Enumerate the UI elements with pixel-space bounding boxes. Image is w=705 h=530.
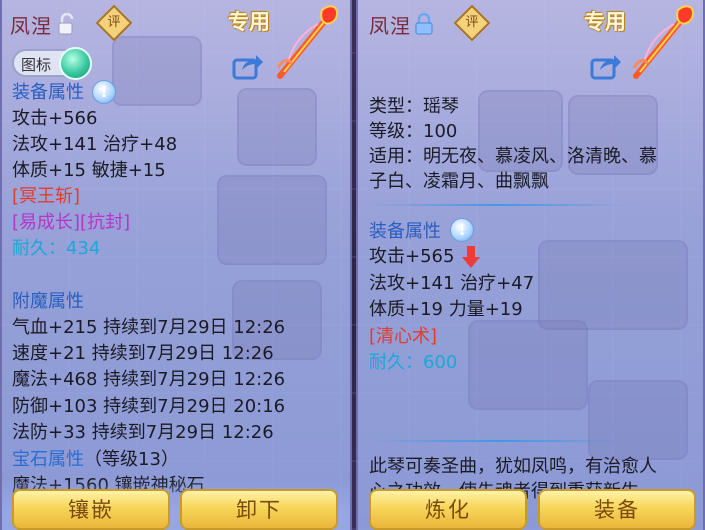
enchant-line: 魔法+468 持续到7月29日 12:26 (12, 369, 286, 390)
suitable-line: 适用：明无夜、慕凌风、洛清晚、慕 (369, 146, 657, 167)
special-effects-text: [易成长][抗封] (12, 212, 131, 233)
inlay-button[interactable]: 镶嵌 (12, 489, 170, 530)
stat-decrease-arrow-icon (462, 246, 480, 268)
enchant-line: 速度+21 持续到7月29日 12:26 (12, 343, 274, 364)
harp-weapon-icon (632, 5, 694, 79)
refine-button[interactable]: 炼化 (369, 489, 527, 530)
stat-line: 体质+19 力量+19 (369, 299, 523, 320)
stat-line: 攻击+565 (369, 246, 455, 267)
description-line: 此琴可奏圣曲，犹如凤鸣，有治愈人 (369, 456, 657, 477)
durability-value: 434 (66, 238, 101, 259)
background-slot (217, 175, 327, 265)
review-badge-label: 评 (465, 15, 479, 30)
durability-text: 耐久：434 (12, 237, 100, 261)
enchant-line: 防御+103 持续到7月29日 20:16 (12, 396, 286, 417)
unlock-icon[interactable] (58, 13, 76, 35)
suitable-line: 子白、凌霜月、曲飘飘 (369, 171, 549, 192)
skill-text: [清心术] (369, 326, 438, 347)
info-icon[interactable]: ! (92, 80, 116, 104)
icon-toggle-label: 图标 (21, 56, 52, 74)
share-icon[interactable] (590, 52, 622, 80)
gem-level: （等级13） (84, 449, 179, 470)
background-slot (112, 36, 202, 106)
unload-button[interactable]: 卸下 (180, 489, 338, 530)
stat-line: 法攻+141 治疗+47 (369, 273, 535, 294)
type-line: 类型：瑶琴 (369, 96, 459, 117)
enchant-title: 附魔属性 (12, 291, 84, 312)
exclusive-tag: 专用 (228, 10, 270, 34)
enchant-line: 法防+33 持续到7月29日 12:26 (12, 422, 274, 443)
background-slot (468, 320, 588, 410)
lock-icon[interactable] (415, 13, 433, 35)
equip-attr-title: 装备属性 (369, 221, 441, 242)
durability-label: 耐久： (12, 238, 66, 259)
divider (369, 440, 629, 442)
skill-text: [冥王斩] (12, 186, 81, 207)
item-name: 凤涅 (369, 14, 411, 38)
durability-label: 耐久： (369, 352, 423, 373)
background-slot (588, 380, 688, 460)
enchant-line: 气血+215 持续到7月29日 12:26 (12, 317, 286, 338)
equip-attr-title: 装备属性 (12, 82, 84, 103)
divider (369, 204, 629, 206)
item-name: 凤涅 (10, 14, 52, 38)
stat-line: 攻击+566 (12, 108, 98, 129)
info-icon[interactable]: ! (450, 218, 474, 242)
harp-weapon-icon (276, 5, 338, 79)
exclusive-tag: 专用 (584, 10, 626, 34)
gem-attr-line: 宝石属性（等级13） (12, 448, 179, 472)
level-line: 等级：100 (369, 121, 458, 142)
equipped-item-panel: 凤涅 评 专用 图标 装备属性 ! 攻击+566 法攻+141 治疗+48 体质… (0, 0, 352, 530)
background-slot (538, 240, 688, 330)
share-icon[interactable] (232, 52, 264, 80)
toggle-knob (59, 47, 92, 80)
gem-title: 宝石属性 (12, 449, 84, 470)
icon-display-toggle[interactable]: 图标 (12, 47, 92, 80)
stat-line: 法攻+141 治疗+48 (12, 134, 178, 155)
background-slot (237, 88, 317, 166)
stat-line: 体质+15 敏捷+15 (12, 160, 166, 181)
durability-text: 耐久：600 (369, 351, 457, 375)
durability-value: 600 (423, 352, 458, 373)
equip-button[interactable]: 装备 (538, 489, 696, 530)
review-badge-label: 评 (107, 15, 121, 30)
